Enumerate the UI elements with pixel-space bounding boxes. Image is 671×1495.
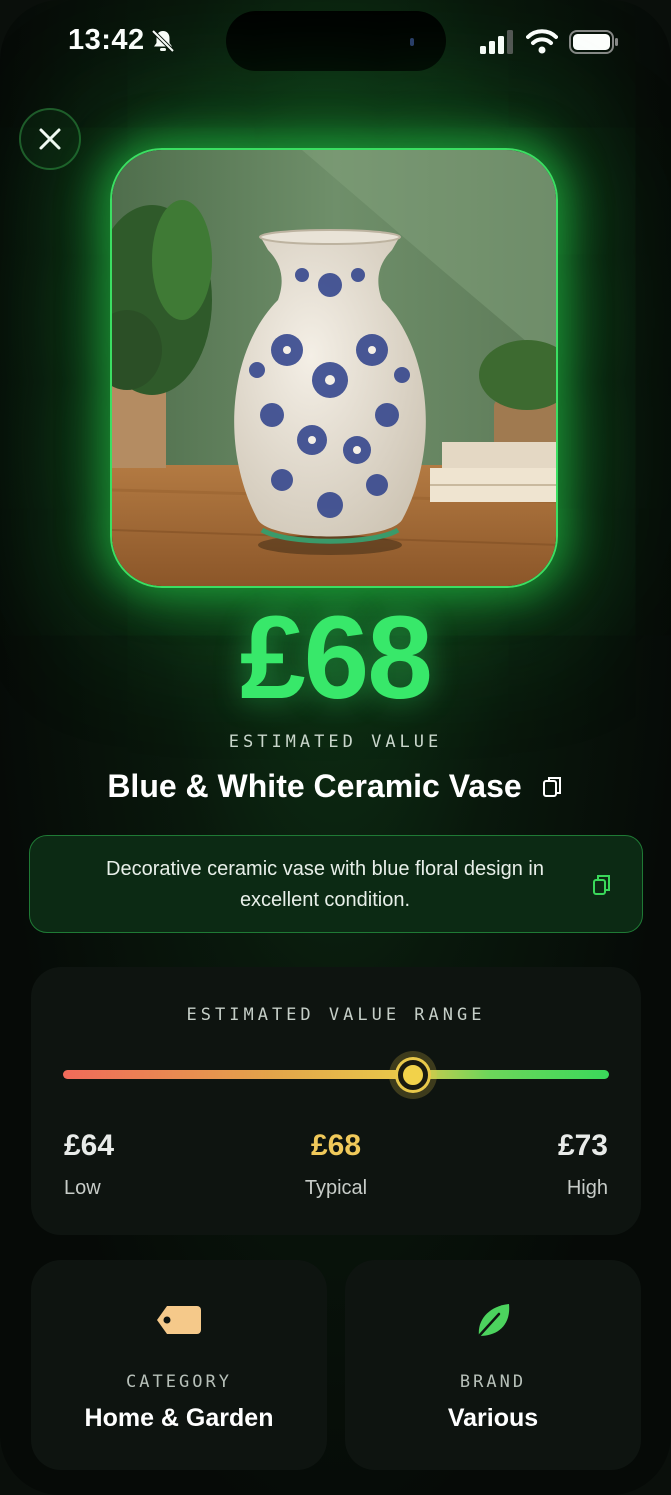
item-description: Decorative ceramic vase with blue floral… (106, 858, 544, 911)
cellular-signal-icon (480, 30, 513, 54)
brand-value: Various (447, 1404, 539, 1432)
status-bar: 13:42 (0, 0, 671, 90)
brand-label: BRAND (459, 1372, 527, 1392)
estimated-price: £68 (240, 592, 433, 724)
value-range-card: ESTIMATED VALUE RANGE £64 Low £68 Typica… (31, 967, 641, 1235)
typical-label: Typical (304, 1177, 368, 1199)
tag-icon (157, 1306, 201, 1334)
close-button[interactable] (19, 108, 81, 170)
typical-value: £68 (310, 1129, 362, 1162)
wifi-icon (526, 29, 558, 54)
product-image (110, 148, 558, 588)
category-label: CATEGORY (126, 1372, 232, 1392)
status-time: 13:42 (68, 24, 145, 56)
description-card: Decorative ceramic vase with blue floral… (29, 835, 643, 933)
battery-icon (569, 30, 618, 54)
copy-icon[interactable] (542, 775, 564, 799)
brand-card[interactable]: BRAND Various (345, 1260, 641, 1470)
estimated-value-label: ESTIMATED VALUE (228, 732, 443, 752)
range-thumb (398, 1060, 428, 1090)
value-range-bar (63, 1070, 609, 1079)
leaf-icon (477, 1304, 510, 1338)
app-screen: 13:42 £68 ESTIMATED VALUE Blue & White C… (0, 0, 671, 1495)
category-value: Home & Garden (84, 1404, 274, 1432)
category-card[interactable]: CATEGORY Home & Garden (31, 1260, 327, 1470)
close-icon (39, 128, 61, 150)
high-value: £73 (557, 1129, 608, 1162)
high-label: High (566, 1177, 608, 1199)
copy-description-icon[interactable] (592, 873, 612, 897)
item-title: Blue & White Ceramic Vase (107, 768, 522, 804)
title-row: Blue & White Ceramic Vase (0, 768, 671, 805)
bell-muted-icon (151, 29, 175, 53)
camera-dot (410, 38, 414, 46)
value-range-label: ESTIMATED VALUE RANGE (186, 1005, 486, 1025)
